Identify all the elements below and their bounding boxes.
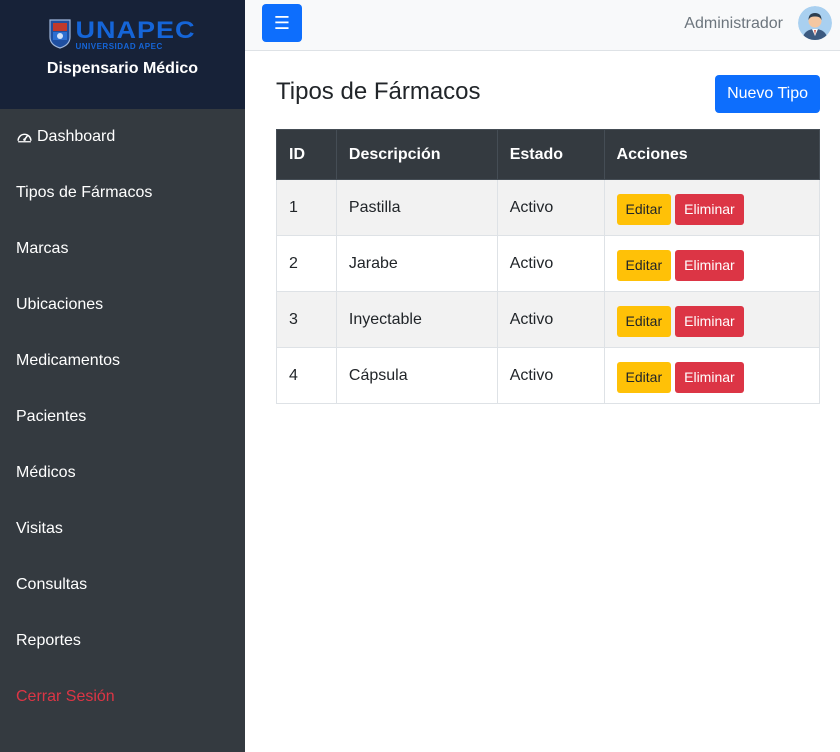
cell-acciones: Editar Eliminar [603,179,821,236]
logo-sub-text: UNIVERSIDAD APEC [75,42,163,51]
sidebar-item-label: Tipos de Fármacos [16,184,153,201]
page-title: Tipos de Fármacos [276,78,481,105]
dashboard-icon [17,133,32,142]
sidebar-item-pacientes[interactable]: Pacientes [0,389,245,445]
unapec-logo[interactable]: UNAPEC UNIVERSIDAD APEC [49,17,195,51]
sidebar-item-label: Médicos [16,464,76,481]
sidebar-item-label: Consultas [16,576,88,593]
main-content: Tipos de Fármacos Nuevo Tipo ID Descripc… [245,51,840,752]
delete-button[interactable]: Eliminar [675,306,744,337]
edit-button[interactable]: Editar [616,194,672,225]
sidebar-item-label: Medicamentos [16,352,121,369]
cell-descripcion: Pastilla [335,179,498,236]
column-header-estado: Estado [496,129,605,180]
user-name[interactable]: Administrador [684,15,783,33]
sidebar-item-medicamentos[interactable]: Medicamentos [0,333,245,389]
cell-estado: Activo [496,291,605,348]
drug-types-table: ID Descripción Estado Acciones 1 Pastill… [276,129,821,404]
sidebar-item-label: Visitas [16,520,63,537]
brand-title: Dispensario Médico [46,60,199,77]
edit-button[interactable]: Editar [616,306,672,337]
brand-header: UNAPEC UNIVERSIDAD APEC Dispensario Médi… [0,0,245,109]
cell-descripcion: Jarabe [335,235,498,292]
sidebar-item-label: Pacientes [16,408,87,425]
delete-button[interactable]: Eliminar [675,194,744,225]
sidebar-item-label: Dashboard [37,128,116,145]
table-row: 2 Jarabe Activo Editar Eliminar [276,235,821,292]
table-header-row: ID Descripción Estado Acciones [276,129,821,180]
sidebar-item-marcas[interactable]: Marcas [0,221,245,277]
sidebar-item-consultas[interactable]: Consultas [0,557,245,613]
delete-button[interactable]: Eliminar [675,362,744,393]
cell-acciones: Editar Eliminar [603,291,821,348]
sidebar-item-visitas[interactable]: Visitas [0,501,245,557]
cell-estado: Activo [496,179,605,236]
sidebar-item-label: Ubicaciones [16,296,104,313]
sidebar-item-ubicaciones[interactable]: Ubicaciones [0,277,245,333]
sidebar-item-logout[interactable]: Cerrar Sesión [0,669,245,725]
logo-main-text: UNAPEC [75,16,196,44]
user-avatar-icon[interactable] [798,6,832,40]
cell-id: 2 [276,235,337,292]
cell-acciones: Editar Eliminar [603,235,821,292]
column-header-id: ID [276,129,337,180]
cell-descripcion: Inyectable [335,291,498,348]
sidebar-item-dashboard[interactable]: Dashboard [0,109,245,165]
menu-toggle-button[interactable]: ☰ [262,4,302,42]
cell-estado: Activo [496,347,605,404]
sidebar-item-tipos-farmacos[interactable]: Tipos de Fármacos [0,165,245,221]
column-header-descripcion: Descripción [335,129,498,180]
sidebar-item-label: Marcas [16,240,69,257]
table-row: 4 Cápsula Activo Editar Eliminar [276,347,821,404]
table-row: 1 Pastilla Activo Editar Eliminar [276,179,821,236]
edit-button[interactable]: Editar [616,250,672,281]
sidebar-nav: Dashboard Tipos de Fármacos Marcas Ubica… [0,109,245,725]
delete-button[interactable]: Eliminar [675,250,744,281]
table-row: 3 Inyectable Activo Editar Eliminar [276,291,821,348]
sidebar-item-reportes[interactable]: Reportes [0,613,245,669]
hamburger-icon: ☰ [273,12,291,33]
shield-logo-icon [49,19,72,49]
cell-acciones: Editar Eliminar [603,347,821,404]
sidebar-item-medicos[interactable]: Médicos [0,445,245,501]
edit-button[interactable]: Editar [616,362,672,393]
new-type-button[interactable]: Nuevo Tipo [715,75,820,113]
sidebar-item-label: Reportes [16,632,81,649]
sidebar: UNAPEC UNIVERSIDAD APEC Dispensario Médi… [0,0,245,752]
topbar: ☰ Administrador [245,0,840,51]
sidebar-item-label: Cerrar Sesión [16,688,115,705]
cell-id: 3 [276,291,337,348]
cell-estado: Activo [496,235,605,292]
avatar-icon [798,6,832,40]
column-header-acciones: Acciones [603,129,821,180]
cell-id: 1 [276,179,337,236]
cell-id: 4 [276,347,337,404]
cell-descripcion: Cápsula [335,347,498,404]
